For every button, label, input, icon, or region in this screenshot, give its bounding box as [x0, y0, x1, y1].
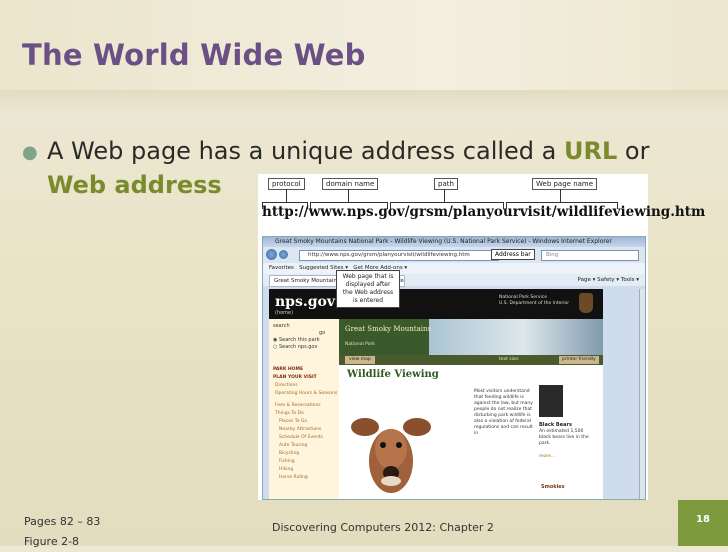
- address-input[interactable]: http://www.nps.gov/grsm/planyourvisit/wi…: [299, 250, 499, 261]
- page-heading: Wildlife Viewing: [347, 369, 439, 380]
- nps-arrowhead-icon: [579, 293, 593, 313]
- web-page-content: nps.gov (home) National Park Service U.S…: [269, 289, 603, 499]
- nps-header: nps.gov (home) National Park Service U.S…: [269, 289, 603, 319]
- more-link[interactable]: more...: [539, 454, 555, 459]
- footer-pages: Pages 82 – 83: [24, 515, 101, 528]
- page-number-box: 18: [678, 500, 728, 546]
- park-sidebar: search go ◉ Search this park ○ Search np…: [269, 319, 339, 499]
- vertical-scrollbar[interactable]: [639, 289, 645, 499]
- callout-path: path: [434, 178, 458, 190]
- favorites-bar: Favorites Suggested Sites ▾ Get More Add…: [263, 263, 645, 274]
- browser-title-bar: Great Smoky Mountains National Park - Wi…: [263, 237, 645, 247]
- park-subnav: view map text size: printer friendly: [339, 355, 603, 365]
- nps-agency: National Park Service U.S. Department of…: [499, 295, 569, 307]
- back-icon[interactable]: [266, 249, 277, 260]
- search-nps-label: Search nps.gov: [278, 344, 318, 350]
- callout-line: [286, 189, 287, 202]
- web-address-term: Web address: [47, 171, 222, 199]
- footer-chapter: Discovering Computers 2012: Chapter 2: [272, 521, 494, 534]
- side-link[interactable]: Horse Riding: [279, 475, 308, 480]
- command-bar[interactable]: Page ▾ Safety ▾ Tools ▾: [578, 274, 639, 286]
- title-rule: [0, 90, 728, 112]
- agency-line-2: U.S. Department of the Interior: [499, 301, 570, 306]
- callout-domain-name: domain name: [322, 178, 379, 190]
- nps-home-link[interactable]: (home): [275, 310, 293, 316]
- callout-line: [348, 189, 349, 202]
- bullet-pre: A Web page has a unique address called a: [47, 137, 565, 165]
- url-display: http://www.nps.gov/grsm/planyourvisit/wi…: [262, 204, 706, 220]
- browser-window: Great Smoky Mountains National Park - Wi…: [262, 236, 646, 500]
- side-link[interactable]: Things To Do: [275, 411, 304, 416]
- park-search: search go ◉ Search this park ○ Search np…: [273, 323, 325, 351]
- callout-address-bar: Address bar: [491, 249, 535, 260]
- bear-title: Black Bears: [539, 422, 572, 428]
- search-input[interactable]: Bing: [541, 250, 639, 261]
- nps-logo[interactable]: nps.gov: [275, 294, 335, 310]
- search-this-park-label: Search this park: [278, 337, 320, 343]
- park-search-label: search: [273, 323, 290, 329]
- park-home-link[interactable]: PARK HOME: [273, 367, 303, 372]
- park-search-button[interactable]: go: [319, 330, 325, 337]
- bear-text: An estimated 1,500 black bears live in t…: [539, 429, 589, 446]
- url-term: URL: [564, 137, 618, 165]
- banner-subtitle: National Park: [345, 342, 375, 347]
- page-number: 18: [696, 514, 710, 525]
- forward-icon[interactable]: [279, 250, 288, 259]
- smokies-heading: Smokies: [541, 484, 565, 490]
- plan-your-visit-link[interactable]: PLAN YOUR VISIT: [273, 375, 317, 380]
- banner-title: Great Smoky Mountains: [345, 325, 432, 333]
- address-bar-row: http://www.nps.gov/grsm/planyourvisit/wi…: [263, 247, 645, 263]
- side-link[interactable]: Bicycling: [279, 451, 299, 456]
- printer-friendly-button[interactable]: printer friendly: [559, 356, 599, 364]
- footer-figure: Figure 2-8: [24, 535, 80, 548]
- text-size-control[interactable]: text size:: [499, 355, 520, 365]
- tab-bar: Great Smoky Mountains National Park - Wi…: [263, 274, 645, 287]
- view-map-button[interactable]: view map: [345, 356, 375, 364]
- side-link[interactable]: Fees & Reservations: [275, 403, 321, 408]
- bullet-dot-icon: ●: [22, 142, 38, 163]
- footer-reference: Pages 82 – 83 Figure 2-8: [24, 512, 100, 552]
- bear-image: [539, 385, 563, 417]
- callout-line: [444, 189, 445, 202]
- search-this-park-option[interactable]: ◉ Search this park: [273, 337, 325, 344]
- side-link[interactable]: Auto Touring: [279, 443, 307, 448]
- side-link[interactable]: Operating Hours & Seasons: [275, 391, 337, 396]
- side-link[interactable]: Hiking: [279, 467, 293, 472]
- side-link[interactable]: Fishing: [279, 459, 295, 464]
- side-link[interactable]: Places To Go: [279, 419, 307, 424]
- favorites-button[interactable]: Favorites: [269, 265, 294, 271]
- wildlife-body-text: Most visitors understand that feeding wi…: [474, 389, 533, 436]
- side-link[interactable]: Directions: [275, 383, 298, 388]
- side-link[interactable]: Nearby Attractions: [279, 427, 321, 432]
- side-link[interactable]: Schedule Of Events: [279, 435, 323, 440]
- slide-title: The World Wide Web: [22, 38, 366, 72]
- park-banner: Great Smoky Mountains National Park: [339, 319, 603, 355]
- callout-web-page-displayed: Web page that is displayed after the Web…: [336, 270, 400, 308]
- bullet-mid: or: [617, 137, 650, 165]
- search-nps-option[interactable]: ○ Search nps.gov: [273, 344, 325, 351]
- callout-web-page-name: Web page name: [532, 178, 598, 190]
- figure-url-browser: protocol domain name path Web page name …: [258, 174, 705, 500]
- deer-image: [351, 418, 431, 493]
- callout-line: [560, 189, 561, 202]
